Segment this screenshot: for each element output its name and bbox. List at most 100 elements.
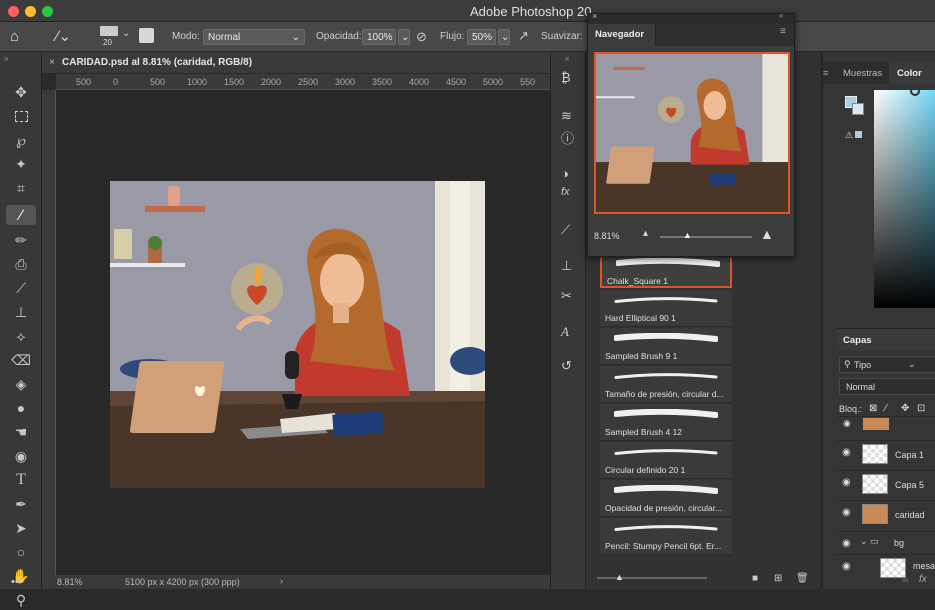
- mode-select[interactable]: Normal ⌄: [203, 29, 305, 45]
- eye-icon[interactable]: ◉: [842, 447, 851, 458]
- layers-panel-tab[interactable]: Capas: [843, 335, 872, 346]
- lock-transparency-icon[interactable]: ⊠: [869, 403, 877, 414]
- brush-item[interactable]: Circular definido 20 1: [600, 442, 732, 479]
- airbrush-icon[interactable]: ↗: [518, 28, 529, 44]
- zoom-window-button[interactable]: [42, 6, 53, 17]
- lock-position-icon[interactable]: ✥: [901, 403, 909, 414]
- path-selection-tool-icon[interactable]: ➤: [11, 518, 31, 538]
- chevron-down-icon[interactable]: ⌄: [498, 29, 510, 45]
- document-tab[interactable]: × CARIDAD.psd al 8.81% (caridad, RGB/8): [42, 52, 550, 74]
- layer-row[interactable]: ◉ Capa 1: [836, 440, 935, 469]
- layer-filter-select[interactable]: ⚲ Tipo ⌄: [839, 356, 935, 373]
- pen-tool-icon[interactable]: ✒: [11, 494, 31, 514]
- eye-icon[interactable]: ◉: [842, 561, 851, 572]
- magic-wand-tool-icon[interactable]: ✦: [11, 154, 31, 174]
- lock-pixels-icon[interactable]: ∕: [885, 403, 887, 414]
- ellipse-tool-icon[interactable]: ○: [11, 542, 31, 562]
- navigator-preview[interactable]: [594, 52, 790, 214]
- marquee-tool-icon[interactable]: [11, 106, 31, 126]
- collapse-icon[interactable]: «: [565, 54, 569, 63]
- brush-item[interactable]: Sampled Brush 4 12: [600, 404, 732, 441]
- tools-preset-icon[interactable]: ✂: [561, 288, 572, 304]
- layer-row[interactable]: ◉ caridad: [836, 500, 935, 529]
- brush-panel-icon[interactable]: ₿: [561, 70, 571, 85]
- panel-menu-icon[interactable]: ≡: [823, 68, 828, 78]
- color-picker-handle[interactable]: [910, 86, 920, 96]
- brush-settings-icon[interactable]: ⟋: [561, 222, 570, 238]
- move-tool-icon[interactable]: ✥: [11, 82, 31, 102]
- tab-swatches[interactable]: Muestras: [843, 68, 882, 79]
- web-safe-swatch[interactable]: [855, 131, 862, 138]
- smudge-tool-icon[interactable]: ☚: [11, 422, 31, 442]
- brush-preview-icon[interactable]: [100, 26, 118, 36]
- lasso-tool-icon[interactable]: ℘: [11, 130, 31, 150]
- artwork[interactable]: [110, 181, 485, 488]
- collapse-icon[interactable]: «: [779, 11, 783, 20]
- type-tool-icon[interactable]: T: [11, 470, 31, 490]
- history-brush-tool-icon[interactable]: ⟡: [11, 326, 31, 346]
- trash-icon[interactable]: 🗑: [796, 573, 809, 584]
- crop-tool-icon[interactable]: ⌗: [11, 178, 31, 198]
- blend-mode-select[interactable]: Normal: [839, 378, 935, 395]
- brush-item[interactable]: Tamaño de presión, circular d...: [600, 366, 732, 403]
- clone-source-icon[interactable]: ⊥: [561, 258, 572, 274]
- slider-handle-icon[interactable]: ▲: [615, 572, 624, 582]
- new-brush-icon[interactable]: ⊞: [774, 573, 782, 584]
- layer-row[interactable]: ◉ ⌄ ▭ bg: [836, 531, 935, 555]
- layer-row-partial[interactable]: ◉: [837, 416, 935, 430]
- lock-artboard-icon[interactable]: ⊡: [917, 403, 925, 414]
- brush-item[interactable]: Hard Elliptical 90 1: [600, 290, 732, 327]
- flow-field[interactable]: 50%: [467, 29, 496, 45]
- folder-icon[interactable]: ■: [752, 573, 758, 584]
- styles-icon[interactable]: ◑: [561, 166, 569, 181]
- dodge-tool-icon[interactable]: ◉: [11, 446, 31, 466]
- link-layers-icon[interactable]: ∞: [902, 575, 908, 585]
- eye-icon[interactable]: ◉: [843, 418, 851, 429]
- zoom-out-icon[interactable]: ▴: [643, 228, 648, 239]
- collapse-icon[interactable]: »: [4, 54, 8, 63]
- info-icon[interactable]: ⓘ: [561, 128, 574, 147]
- chevron-down-icon[interactable]: ⌄: [122, 28, 130, 39]
- brush-item[interactable]: Sampled Brush 9 1: [600, 328, 732, 365]
- canvas-area[interactable]: [56, 90, 550, 575]
- navigator-zoom-slider[interactable]: ▲: [660, 230, 752, 240]
- zoom-tool-icon[interactable]: ⚲: [11, 590, 31, 610]
- clone-stamp-tool-icon[interactable]: ⎙: [11, 254, 31, 274]
- pencil-tool-icon[interactable]: ✏: [11, 230, 31, 250]
- stamp-tool-icon[interactable]: ⊥: [11, 302, 31, 322]
- close-tab-icon[interactable]: ×: [49, 57, 55, 68]
- close-panel-icon[interactable]: ×: [592, 11, 597, 21]
- character-icon[interactable]: A: [561, 324, 569, 340]
- slider-handle-icon[interactable]: ▲: [683, 230, 692, 240]
- home-icon[interactable]: ⌂: [10, 28, 19, 45]
- tab-color[interactable]: Color: [897, 68, 922, 79]
- eraser-tool-icon[interactable]: ⌫: [11, 350, 31, 370]
- fx-icon[interactable]: fx: [919, 574, 927, 585]
- paint-bucket-tool-icon[interactable]: ◈: [11, 374, 31, 394]
- opacity-field[interactable]: 100%: [362, 29, 396, 45]
- brush-tool-button[interactable]: ∕: [6, 205, 36, 225]
- brush-item[interactable]: Opacidad de presión, circular...: [600, 480, 732, 517]
- adjustments-icon[interactable]: ≋: [561, 108, 572, 124]
- minimize-window-button[interactable]: [25, 6, 36, 17]
- zoom-readout[interactable]: 8.81%: [57, 577, 83, 587]
- close-window-button[interactable]: [8, 6, 19, 17]
- more-tools-icon[interactable]: •••: [11, 576, 23, 588]
- brush-item[interactable]: Pencil: Stumpy Pencil 6pt. Er...: [600, 518, 732, 555]
- zoom-in-icon[interactable]: ▲: [760, 226, 774, 242]
- history-icon[interactable]: ↺: [561, 358, 572, 374]
- chevron-down-icon[interactable]: ⌄: [398, 29, 410, 45]
- brush-size-slider[interactable]: ▲: [597, 572, 707, 582]
- eye-icon[interactable]: ◉: [842, 538, 851, 549]
- chevron-right-icon[interactable]: ›: [280, 576, 283, 586]
- panel-menu-icon[interactable]: ≡: [780, 26, 786, 37]
- navigator-tab[interactable]: Navegador: [595, 29, 644, 40]
- color-picker-field[interactable]: [874, 86, 935, 308]
- layer-row[interactable]: ◉ Capa 5: [836, 470, 935, 499]
- background-color-swatch[interactable]: [852, 103, 864, 115]
- fx-icon[interactable]: fx: [561, 186, 570, 198]
- eye-icon[interactable]: ◉: [842, 477, 851, 488]
- brush-settings-icon[interactable]: [139, 28, 154, 43]
- navigator-zoom-value[interactable]: 8.81%: [594, 231, 620, 241]
- folder-icon[interactable]: ⌄ ▭: [860, 536, 879, 547]
